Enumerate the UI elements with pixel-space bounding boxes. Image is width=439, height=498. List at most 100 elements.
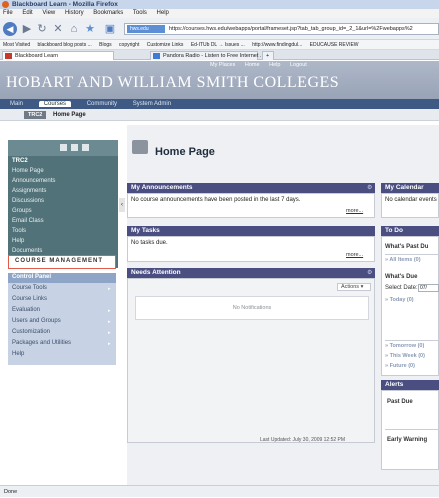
needs-attention-header[interactable]: Needs Attention <box>127 268 375 278</box>
course-menu-item-announcements[interactable]: Announcements <box>12 178 55 184</box>
menu-tools[interactable]: Tools <box>133 10 147 16</box>
stop-icon[interactable]: ✕ <box>52 22 64 36</box>
tasks-header[interactable]: My Tasks <box>127 226 375 236</box>
cp-item-course-links[interactable]: Course Links <box>12 296 47 302</box>
this-week-link[interactable]: » This Week (0) <box>385 353 425 359</box>
new-tab-button[interactable]: + <box>262 51 274 60</box>
forward-icon[interactable]: ▶ <box>22 22 32 36</box>
help-link[interactable]: Help <box>269 62 280 68</box>
course-menu-item-tools[interactable]: Tools <box>12 228 26 234</box>
status-bar: Done <box>0 485 439 497</box>
cp-item-packages-and-utilities[interactable]: Packages and Utilities <box>12 340 71 346</box>
course-menu-item-groups[interactable]: Groups <box>12 208 32 214</box>
announcements-more-link[interactable]: more... <box>346 208 363 214</box>
course-menu-item-documents[interactable]: Documents <box>12 248 42 254</box>
home-link[interactable]: Home <box>245 62 260 68</box>
add-menu-item-icon[interactable] <box>60 144 67 151</box>
actions-label: Actions <box>341 284 360 290</box>
cp-item-users-and-groups[interactable]: Users and Groups <box>12 318 61 324</box>
future-link[interactable]: » Future (0) <box>385 363 415 369</box>
tab-strip: Blackboard Learn Pandora Radio - Listen … <box>0 50 439 60</box>
todo-title: To Do <box>385 227 403 234</box>
college-logo[interactable]: HOBART AND WILLIAM SMITH COLLEGES <box>6 74 339 92</box>
todo-header[interactable]: To Do <box>381 226 439 236</box>
window-title: Blackboard Learn - Mozilla Firefox <box>12 1 118 8</box>
bookmark-item[interactable]: EDUCAUSE REVIEW <box>310 42 359 48</box>
tab-pandora[interactable]: Pandora Radio - Listen to Free Internet … <box>150 51 265 60</box>
announcements-header[interactable]: My Announcements <box>127 183 375 193</box>
calendar-header[interactable]: My Calendar <box>381 183 439 193</box>
alerts-early-warning[interactable]: Early Warning <box>387 437 427 443</box>
collapse-menu-icon[interactable]: ‹ <box>119 198 125 212</box>
tab-community[interactable]: Community <box>87 101 117 107</box>
alerts-title: Alerts <box>385 381 404 388</box>
cp-item-customization[interactable]: Customization <box>12 329 50 335</box>
bookmark-item[interactable]: Customize Links <box>147 42 184 48</box>
navigation-toolbar: ◀ ▶ ↻ ✕ ⌂ ★ ▣ hws.edu https://courses.hw… <box>0 18 439 40</box>
course-menu-item-discussions[interactable]: Discussions <box>12 198 44 204</box>
bookmark-item[interactable]: http://www.findingdul... <box>252 42 302 48</box>
cp-item-evaluation[interactable]: Evaluation <box>12 307 40 313</box>
expand-arrow-icon[interactable]: ▸ <box>108 319 111 325</box>
course-menu-item-home-page[interactable]: Home Page <box>12 168 44 174</box>
tomorrow-link[interactable]: » Tomorrow (0) <box>385 343 424 349</box>
course-menu-title[interactable]: TRC2 <box>12 158 28 164</box>
menu-file[interactable]: File <box>3 10 13 16</box>
breadcrumb-course[interactable]: TRC2 <box>24 111 47 119</box>
today-link[interactable]: » Today (0) <box>385 297 414 303</box>
expand-arrow-icon[interactable]: ▸ <box>108 330 111 336</box>
bookmark-item[interactable]: copyright <box>119 42 139 48</box>
announcements-body: No course announcements have been posted… <box>127 193 375 218</box>
date-input[interactable]: 07/ <box>418 284 439 292</box>
reload-icon[interactable]: ↻ <box>36 22 48 36</box>
home-icon[interactable]: ⌂ <box>68 22 80 36</box>
menu-view[interactable]: View <box>42 10 55 16</box>
tab-label: Pandora Radio - Listen to Free Internet … <box>163 53 265 59</box>
divider <box>385 340 439 341</box>
tab-blackboard[interactable]: Blackboard Learn <box>2 51 114 60</box>
cp-item-course-tools[interactable]: Course Tools <box>12 285 47 291</box>
url-bar[interactable]: hws.edu https://courses.hws.edu/webapps/… <box>124 23 439 35</box>
tab-main[interactable]: Main <box>10 101 23 107</box>
tab-system-admin[interactable]: System Admin <box>133 101 171 107</box>
bookmark-star-icon[interactable]: ★ <box>84 22 96 36</box>
alerts-header[interactable]: Alerts <box>381 380 439 390</box>
expand-arrow-icon[interactable]: ▸ <box>108 341 111 347</box>
module-options-icon[interactable]: ⚙ <box>367 269 372 276</box>
actions-dropdown[interactable]: Actions ▾ <box>337 283 371 291</box>
course-menu-item-help[interactable]: Help <box>12 238 24 244</box>
all-items-link[interactable]: » All Items (0) <box>385 257 421 263</box>
folder-view-icon[interactable] <box>82 144 89 151</box>
menu-bookmarks[interactable]: Bookmarks <box>93 10 123 16</box>
chevron-down-icon: ▾ <box>360 284 364 290</box>
new-tab-icon: + <box>266 53 270 59</box>
expand-arrow-icon[interactable]: ▸ <box>108 308 111 314</box>
tasks-more-link[interactable]: more... <box>346 252 363 258</box>
my-places-link[interactable]: My Places <box>210 62 235 68</box>
menu-edit[interactable]: Edit <box>22 10 32 16</box>
expand-arrow-icon[interactable]: ▸ <box>108 286 111 292</box>
course-menu-item-assignments[interactable]: Assignments <box>12 188 46 194</box>
calendar-empty-text: No calendar events <box>385 197 437 203</box>
bookmark-item[interactable]: blackboard blog posts ... <box>38 42 92 48</box>
bookmark-item[interactable]: Blogs <box>99 42 112 48</box>
control-panel-title[interactable]: Control Panel <box>12 274 51 280</box>
back-icon[interactable]: ◀ <box>3 22 17 36</box>
bookmark-item[interactable]: Most Visited <box>3 42 30 48</box>
cp-item-help[interactable]: Help <box>12 351 24 357</box>
course-menu-item-email-class[interactable]: Email Class <box>12 218 44 224</box>
tab-courses[interactable]: Courses <box>38 101 72 107</box>
bookmark-item[interactable]: Ed-ITUb DL → Issues ... <box>191 42 245 48</box>
announcements-empty-text: No course announcements have been posted… <box>131 197 301 203</box>
module-options-icon[interactable]: ⚙ <box>367 184 372 191</box>
tab-favicon-icon <box>153 53 160 59</box>
page-title: Home Page <box>155 146 215 158</box>
logout-link[interactable]: Logout <box>290 62 307 68</box>
menu-help[interactable]: Help <box>157 10 169 16</box>
alerts-past-due[interactable]: Past Due <box>387 399 413 405</box>
announcements-title: My Announcements <box>131 184 193 191</box>
site-identity-badge[interactable]: hws.edu <box>127 25 165 33</box>
menu-history[interactable]: History <box>65 10 84 16</box>
tasks-title: My Tasks <box>131 227 160 234</box>
refresh-icon[interactable] <box>71 144 78 151</box>
